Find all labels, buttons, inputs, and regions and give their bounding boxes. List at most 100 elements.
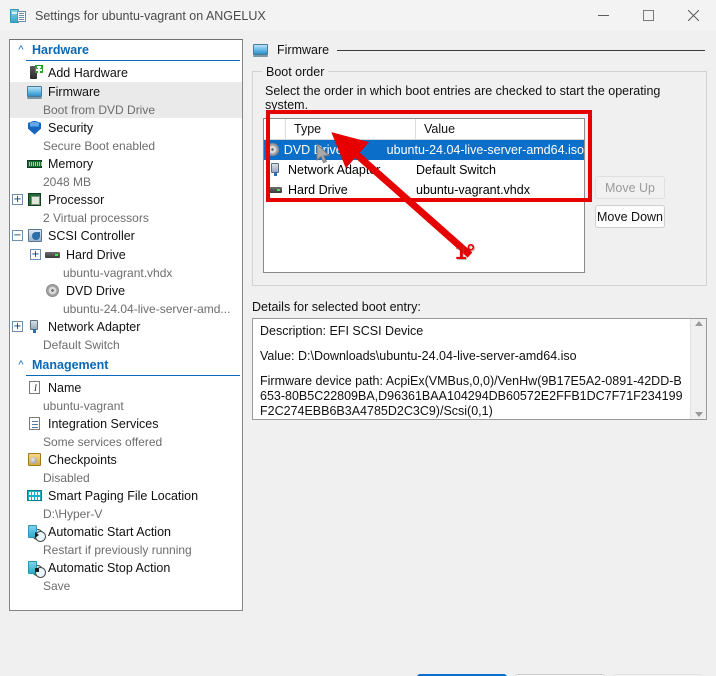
sidebar-item-processor[interactable]: + Processor: [10, 190, 242, 209]
boot-order-row: Type Value DVD Drive ubuntu-24.04-live-s…: [263, 118, 696, 273]
boot-entry-value: Default Switch: [416, 163, 496, 177]
collapse-toggle-scsi-controller[interactable]: −: [12, 230, 23, 241]
sidebar-item-hard-drive[interactable]: + Hard Drive: [10, 245, 242, 264]
expand-toggle-processor[interactable]: +: [12, 194, 23, 205]
sidebar-item-label: Processor: [48, 192, 105, 207]
details-value-line: Value: D:\Downloads\ubuntu-24.04-live-se…: [260, 349, 577, 363]
sidebar-item-label: Hard Drive: [66, 247, 126, 262]
close-icon[interactable]: [671, 0, 716, 31]
listview-header: Type Value: [264, 119, 584, 140]
expand-toggle-network-adapter[interactable]: +: [12, 321, 23, 332]
boot-order-description: Select the order in which boot entries a…: [265, 84, 661, 112]
move-up-button[interactable]: Move Up: [595, 176, 665, 199]
page-title: Firmware: [277, 43, 330, 57]
boot-entry-value: ubuntu-vagrant.vhdx: [416, 183, 530, 197]
sidebar-item-dvd-drive[interactable]: DVD Drive: [10, 281, 242, 300]
sidebar-item-security[interactable]: Security: [10, 118, 242, 137]
sidebar-item-label: Name: [48, 380, 82, 395]
scroll-up-arrow-icon[interactable]: [694, 321, 703, 326]
maximize-icon[interactable]: [626, 0, 671, 31]
sidebar-item-label: Smart Paging File Location: [48, 488, 199, 503]
sidebar-item-smart-paging-file-location[interactable]: Smart Paging File Location: [10, 486, 242, 505]
sidebar-item-checkpoints[interactable]: Checkpoints: [10, 450, 242, 469]
scsi-controller-icon: [26, 228, 43, 244]
sidebar-item-label: Integration Services: [48, 416, 159, 431]
sidebar-subtext-dvd-drive: ubuntu-24.04-live-server-amd...: [63, 301, 231, 316]
scroll-down-arrow-icon[interactable]: [694, 412, 703, 417]
sidebar-subtext-hard-drive: ubuntu-vagrant.vhdx: [63, 265, 173, 280]
sidebar-item-add-hardware[interactable]: Add Hardware: [10, 63, 242, 82]
details-firmware-path-line: Firmware device path: AcpiEx(VMBus,0,0)/…: [260, 374, 683, 418]
boot-entry-row-dvd-drive[interactable]: DVD Drive ubuntu-24.04-live-server-amd64…: [264, 140, 584, 160]
sidebar-subtext-smart-paging: D:\Hyper-V: [43, 506, 103, 521]
details-scrollbar[interactable]: [690, 319, 706, 419]
firmware-monitor-icon: [252, 42, 270, 58]
firmware-settings-pane: Firmware Boot order Select the order in …: [252, 39, 707, 611]
details-textbox[interactable]: Description: EFI SCSI Device Value: D:\D…: [252, 318, 707, 420]
sidebar-subtext-memory: 2048 MB: [43, 174, 92, 189]
sidebar-item-integration-services[interactable]: Integration Services: [10, 414, 242, 433]
sidebar-item-firmware[interactable]: Firmware: [10, 82, 242, 101]
sidebar-item-name[interactable]: Name: [10, 378, 242, 397]
sidebar-subtext-firmware: Boot from DVD Drive: [10, 101, 242, 118]
sidebar-item-label: Memory: [48, 156, 94, 171]
settings-tree: ^ Hardware Add Hardware Firmware Boot fr…: [10, 40, 242, 594]
security-shield-icon: [26, 120, 43, 136]
sidebar-subtext-checkpoints: Disabled: [43, 470, 90, 485]
hard-drive-icon: [264, 183, 286, 197]
sidebar-item-scsi-controller[interactable]: − SCSI Controller: [10, 226, 242, 245]
checkpoints-icon: [26, 452, 43, 468]
sidebar-subtext-automatic-stop: Save: [43, 578, 71, 593]
sidebar-item-automatic-stop-action[interactable]: Automatic Stop Action: [10, 558, 242, 578]
tree-group-label: Hardware: [32, 42, 89, 57]
boot-entry-value: ubuntu-24.04-live-server-amd64.iso: [386, 143, 584, 157]
dialog-footer: OK Cancel Apply: [0, 621, 716, 676]
title-bar: Settings for ubuntu-vagrant on ANGELUX: [0, 0, 716, 31]
integration-services-icon: [26, 416, 43, 432]
group-divider: [26, 375, 240, 376]
group-divider: [26, 60, 240, 61]
tree-group-management[interactable]: ^ Management: [10, 355, 242, 374]
column-header-gutter: [264, 119, 286, 139]
sidebar-subtext-processor: 2 Virtual processors: [43, 210, 149, 225]
sidebar-subtext-security: Secure Boot enabled: [43, 138, 156, 153]
automatic-stop-icon: [26, 560, 46, 578]
boot-entry-row-hard-drive[interactable]: Hard Drive ubuntu-vagrant.vhdx: [264, 180, 584, 200]
minimize-icon[interactable]: [581, 0, 626, 31]
name-icon: [26, 380, 43, 396]
sidebar-item-label: SCSI Controller: [48, 228, 135, 243]
column-header-type[interactable]: Type: [286, 119, 416, 139]
chevron-up-icon: ^: [18, 43, 24, 56]
sidebar-item-memory[interactable]: Memory: [10, 154, 242, 173]
boot-entry-type: Network Adapter: [288, 163, 381, 177]
vm-settings-icon: [10, 8, 26, 24]
move-down-button[interactable]: Move Down: [595, 205, 665, 228]
sidebar-item-label: DVD Drive: [66, 283, 126, 298]
tree-group-hardware[interactable]: ^ Hardware: [10, 40, 242, 59]
boot-order-listview[interactable]: Type Value DVD Drive ubuntu-24.04-live-s…: [263, 118, 585, 273]
smart-paging-icon: [26, 488, 43, 504]
sidebar-item-label: Checkpoints: [48, 452, 117, 467]
section-header: Firmware: [252, 39, 707, 61]
sidebar-item-label: Automatic Stop Action: [48, 560, 171, 575]
boot-entry-row-network-adapter[interactable]: Network Adapter Default Switch: [264, 160, 584, 180]
sidebar-subtext-integration-services: Some services offered: [43, 434, 163, 449]
firmware-monitor-icon: [26, 84, 43, 100]
details-content: Description: EFI SCSI Device Value: D:\D…: [253, 319, 690, 419]
boot-order-buttons: Move Up Move Down: [595, 118, 665, 228]
tree-group-label: Management: [32, 357, 109, 372]
expand-toggle-hard-drive[interactable]: +: [30, 249, 41, 260]
chevron-up-icon: ^: [18, 358, 24, 371]
settings-tree-panel[interactable]: ^ Hardware Add Hardware Firmware Boot fr…: [9, 39, 243, 611]
column-header-value[interactable]: Value: [416, 119, 584, 139]
details-label: Details for selected boot entry:: [252, 300, 421, 314]
details-description-line: Description: EFI SCSI Device: [260, 324, 424, 338]
sidebar-item-network-adapter[interactable]: + Network Adapter: [10, 317, 242, 336]
boot-entry-type: Hard Drive: [288, 183, 348, 197]
hard-drive-icon: [44, 247, 61, 263]
sidebar-item-label: Firmware: [48, 84, 101, 99]
boot-entry-type: DVD Drive: [283, 143, 343, 157]
sidebar-item-automatic-start-action[interactable]: Automatic Start Action: [10, 522, 242, 542]
dvd-drive-icon: [264, 143, 282, 157]
sidebar-subtext-name: ubuntu-vagrant: [43, 398, 124, 413]
